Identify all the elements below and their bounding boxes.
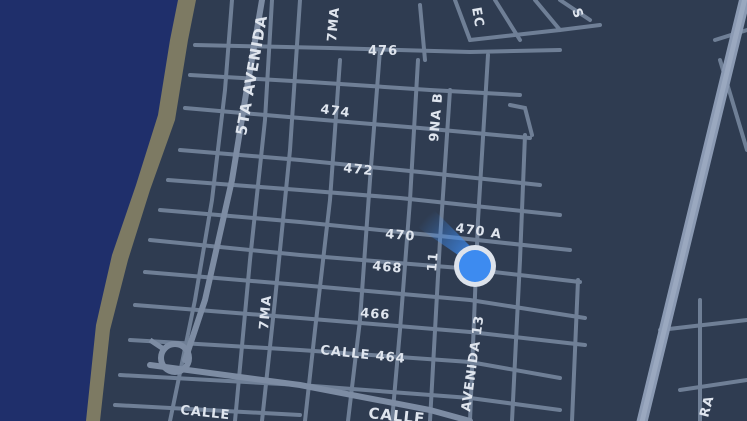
label-466: 466 [360, 306, 391, 323]
label-472: 472 [343, 161, 375, 179]
label-7ma-south: 7MA [257, 294, 275, 330]
label-11: 11 [425, 251, 442, 272]
label-470: 470 [385, 227, 416, 245]
label-7ma-north: 7MA [325, 6, 343, 42]
map-canvas[interactable]: 5TA AVENIDA 7MA 476 474 472 470 470 A 46… [0, 0, 747, 421]
label-468: 468 [372, 259, 403, 277]
label-476: 476 [368, 44, 398, 59]
current-location-icon[interactable] [454, 245, 496, 287]
